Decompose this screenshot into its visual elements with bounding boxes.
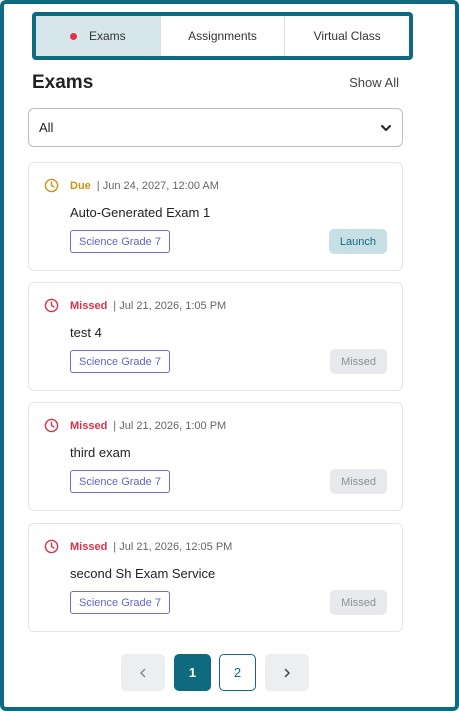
tab-label: Exams xyxy=(88,29,126,43)
exam-title: third exam xyxy=(70,445,131,460)
next-page-button[interactable] xyxy=(265,654,309,691)
exam-meta: Missed | Jul 21, 2026, 12:05 PM xyxy=(70,541,232,553)
status-badge: Missed xyxy=(70,420,108,432)
tab-virtual-class[interactable]: Virtual Class xyxy=(285,16,409,56)
clock-icon xyxy=(44,178,59,193)
subject-tag: Science Grade 7 xyxy=(70,230,170,253)
filter-select[interactable]: All xyxy=(28,108,403,147)
exam-date: | Jul 21, 2026, 12:05 PM xyxy=(113,541,233,553)
tab-bar: Exams Assignments Virtual Class xyxy=(32,12,413,60)
filter-selected-value: All xyxy=(39,120,54,135)
tab-label: Assignments xyxy=(188,29,257,43)
exam-meta: Due | Jun 24, 2027, 12:00 AM xyxy=(70,180,219,192)
missed-button: Missed xyxy=(330,590,387,615)
exam-date: | Jul 21, 2026, 1:00 PM xyxy=(113,420,227,432)
page-title: Exams xyxy=(32,72,94,93)
launch-button[interactable]: Launch xyxy=(328,229,387,254)
exam-meta: Missed | Jul 21, 2026, 1:05 PM xyxy=(70,300,226,312)
clock-icon xyxy=(44,539,59,554)
tab-label: Virtual Class xyxy=(313,29,381,43)
missed-button: Missed xyxy=(330,469,387,494)
page-button-1[interactable]: 1 xyxy=(174,654,211,691)
active-dot-icon xyxy=(69,32,77,40)
status-badge: Missed xyxy=(70,541,108,553)
status-badge: Missed xyxy=(70,300,108,312)
page-button-2[interactable]: 2 xyxy=(219,654,256,691)
exam-title: test 4 xyxy=(70,325,102,340)
prev-page-button[interactable] xyxy=(121,654,165,691)
subject-tag: Science Grade 7 xyxy=(70,470,170,493)
subject-tag: Science Grade 7 xyxy=(70,350,170,373)
exam-card: Missed | Jul 21, 2026, 1:05 PM test 4 Sci… xyxy=(28,282,403,391)
exam-date: | Jul 21, 2026, 1:05 PM xyxy=(113,300,227,312)
subject-tag: Science Grade 7 xyxy=(70,591,170,614)
exam-card: Missed | Jul 21, 2026, 1:00 PM third exam… xyxy=(28,402,403,511)
exam-card: Due | Jun 24, 2027, 12:00 AM Auto-Generat… xyxy=(28,162,403,271)
show-all-link[interactable]: Show All xyxy=(349,75,399,90)
exam-meta: Missed | Jul 21, 2026, 1:00 PM xyxy=(70,420,226,432)
tab-assignments[interactable]: Assignments xyxy=(161,16,286,56)
tab-exams[interactable]: Exams xyxy=(36,16,161,56)
chevron-down-icon xyxy=(381,124,391,131)
exam-card: Missed | Jul 21, 2026, 12:05 PM second Sh… xyxy=(28,523,403,632)
missed-button: Missed xyxy=(330,349,387,374)
chevron-right-icon xyxy=(284,668,290,677)
status-badge: Due xyxy=(70,180,91,192)
clock-icon xyxy=(44,298,59,313)
exam-date: | Jun 24, 2027, 12:00 AM xyxy=(96,180,219,192)
clock-icon xyxy=(44,418,59,433)
exam-title: second Sh Exam Service xyxy=(70,566,216,581)
chevron-left-icon xyxy=(140,668,146,677)
exam-title: Auto-Generated Exam 1 xyxy=(70,205,211,220)
